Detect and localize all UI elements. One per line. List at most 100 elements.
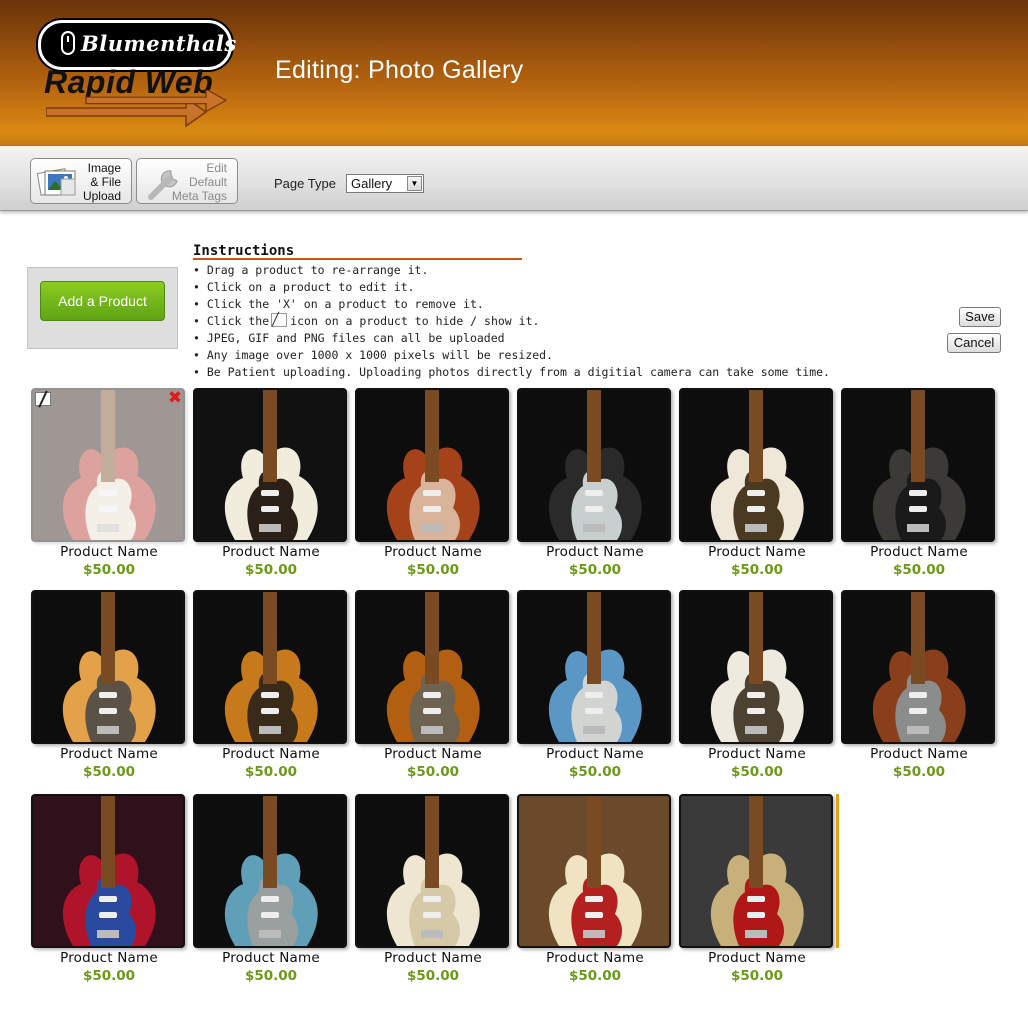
bridge [421,930,443,938]
pickup [423,708,441,714]
product-name: Product Name [546,950,644,966]
pickup [99,912,117,918]
guitar-neck [587,390,601,482]
product-image[interactable] [841,388,995,542]
bridge [421,726,443,734]
product-name: Product Name [546,746,644,762]
product-name: Product Name [60,544,158,560]
product-gallery: ✖ Product Name $50.00 Product Name $50.00 Pro… [0,0,1028,1021]
pickup [423,506,441,512]
product-image[interactable] [679,794,833,948]
pickup [99,896,117,902]
product-price: $50.00 [244,968,298,984]
product-name: Product Name [384,950,482,966]
pickup [585,506,603,512]
product-price: $50.00 [730,764,784,780]
guitar-neck [101,390,115,482]
bridge [259,524,281,532]
bridge [97,726,119,734]
product-image[interactable] [31,388,185,542]
pickup [747,896,765,902]
pickup [747,490,765,496]
pickup [99,692,117,698]
guitar-neck [263,796,277,888]
hide-toggle-icon[interactable] [35,392,51,406]
guitar-neck [425,592,439,684]
product-image[interactable] [517,388,671,542]
product-name: Product Name [222,544,320,560]
product-price: $50.00 [82,764,136,780]
product-image[interactable] [355,388,509,542]
guitar-neck [749,592,763,684]
pickup [261,506,279,512]
product-image[interactable] [517,794,671,948]
remove-icon[interactable]: ✖ [167,390,183,407]
bridge [907,524,929,532]
guitar-neck [587,592,601,684]
product-name: Product Name [384,544,482,560]
pickup [909,506,927,512]
pickup [909,490,927,496]
pickup [99,708,117,714]
product-image[interactable] [679,388,833,542]
pickup [585,708,603,714]
product-name: Product Name [870,544,968,560]
guitar-neck [587,796,601,888]
product-image[interactable] [193,794,347,948]
product-image[interactable] [517,590,671,744]
pickup [261,708,279,714]
pickup [423,896,441,902]
guitar-neck [101,796,115,888]
product-name: Product Name [546,544,644,560]
bridge [259,726,281,734]
product-name: Product Name [708,544,806,560]
pickup [423,692,441,698]
bridge [259,930,281,938]
product-image[interactable] [193,590,347,744]
pickup [747,692,765,698]
product-name: Product Name [222,950,320,966]
product-image[interactable] [841,590,995,744]
guitar-neck [263,390,277,482]
product-image[interactable] [355,794,509,948]
product-image[interactable] [193,388,347,542]
product-image[interactable] [31,794,185,948]
pickup [261,692,279,698]
product-price: $50.00 [406,968,460,984]
pickup [585,912,603,918]
bridge [745,726,767,734]
pickup [261,912,279,918]
product-name: Product Name [870,746,968,762]
bridge [97,524,119,532]
product-price: $50.00 [244,562,298,578]
pickup [99,506,117,512]
pickup [261,490,279,496]
product-price: $50.00 [892,764,946,780]
guitar-neck [749,796,763,888]
product-price: $50.00 [730,968,784,984]
bridge [907,726,929,734]
guitar-neck [749,390,763,482]
product-name: Product Name [708,950,806,966]
bridge [583,930,605,938]
product-price: $50.00 [568,562,622,578]
pickup [585,490,603,496]
product-name: Product Name [222,746,320,762]
product-image[interactable] [31,590,185,744]
product-name: Product Name [708,746,806,762]
product-name: Product Name [384,746,482,762]
product-price: $50.00 [568,968,622,984]
bridge [583,726,605,734]
pickup [99,490,117,496]
pickup [585,896,603,902]
guitar-neck [263,592,277,684]
pickup [909,692,927,698]
product-name: Product Name [60,746,158,762]
product-image[interactable] [355,590,509,744]
bridge [97,930,119,938]
product-image[interactable] [679,590,833,744]
drop-position-marker [836,794,839,948]
pickup [747,506,765,512]
product-price: $50.00 [406,764,460,780]
product-price: $50.00 [244,764,298,780]
